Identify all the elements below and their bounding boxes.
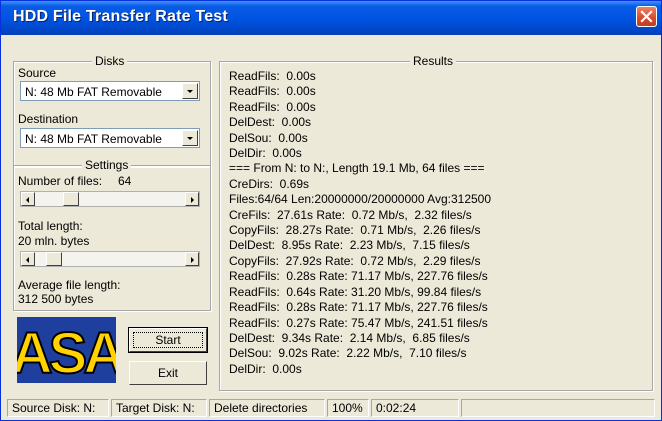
trackbar-right-arrow-icon[interactable] (185, 192, 199, 206)
results-line: ReadFils: 0.00s (229, 84, 316, 99)
results-line: DelDir: 0.00s (229, 361, 302, 376)
status-source-disk: Source Disk: N: (7, 399, 109, 417)
status-target-disk: Target Disk: N: (111, 399, 207, 417)
num-files-label: Number of files: (18, 174, 103, 188)
close-button[interactable] (636, 6, 657, 27)
source-dropdown[interactable]: N: 48 Mb FAT Removable (20, 81, 200, 101)
start-button[interactable]: Start (128, 327, 208, 353)
trackbar-right-arrow-icon[interactable] (185, 252, 199, 266)
status-time: 0:02:24 (371, 399, 459, 417)
source-value: N: 48 Mb FAT Removable (25, 85, 162, 99)
avg-file-length-value: 312 500 bytes (18, 292, 94, 306)
results-line: DelSou: 0.00s (229, 130, 308, 145)
results-line: DelDest: 0.00s (229, 115, 312, 130)
results-line: DelDest: 8.95s Rate: 2.23 Mb/s, 7.15 fil… (229, 238, 470, 253)
destination-label: Destination (18, 112, 79, 126)
results-line: CreFils: 27.61s Rate: 0.72 Mb/s, 2.32 fi… (229, 207, 472, 222)
total-length-label: Total length: (18, 219, 83, 233)
window-title: HDD File Transfer Rate Test (13, 8, 228, 25)
results-line: CreDirs: 0.69s (229, 176, 310, 191)
total-length-slider[interactable] (20, 251, 200, 267)
close-icon (640, 10, 653, 23)
dropdown-arrow-icon[interactable] (182, 130, 198, 146)
app-window: HDD File Transfer Rate Test Disks Source… (0, 0, 662, 421)
dropdown-arrow-icon[interactable] (182, 83, 198, 99)
results-line: DelSou: 9.02s Rate: 2.22 Mb/s, 7.10 file… (229, 346, 467, 361)
status-action: Delete directories (209, 399, 325, 417)
status-bar: Source Disk: N: Target Disk: N: Delete d… (5, 397, 657, 417)
settings-legend: Settings (82, 158, 132, 172)
results-line: ReadFils: 0.00s (229, 99, 316, 114)
results-line: Files:64/64 Len:20000000/20000000 Avg:31… (229, 192, 492, 207)
results-log: ReadFils: 0.00s ReadFils: 0.00s ReadFils: … (229, 69, 491, 377)
num-files-slider-thumb[interactable] (63, 192, 79, 206)
avg-file-length-label: Average file length: (18, 278, 121, 292)
results-legend: Results (410, 54, 457, 68)
disks-legend: Disks (92, 54, 128, 68)
results-line: CopyFils: 28.27s Rate: 0.71 Mb/s, 2.26 f… (229, 223, 481, 238)
client-area: Disks Source N: 48 Mb FAT Removable Dest… (5, 35, 657, 418)
results-line: DelDest: 9.34s Rate: 2.14 Mb/s, 6.85 fil… (229, 330, 470, 345)
logo-text: ASA (17, 321, 116, 383)
total-length-value: 20 mln. bytes (18, 234, 90, 248)
status-percent: 100% (327, 399, 369, 417)
num-files-value: 64 (118, 174, 132, 188)
results-line: ReadFils: 0.27s Rate: 75.47 Mb/s, 241.51… (229, 315, 488, 330)
results-line: === From N: to N:, Length 19.1 Mb, 64 fi… (229, 161, 485, 176)
exit-button-label: Exit (157, 366, 178, 380)
settings-group: Settings Number of files: 64 Total lengt… (13, 158, 211, 311)
trackbar-left-arrow-icon[interactable] (21, 192, 35, 206)
title-bar[interactable]: HDD File Transfer Rate Test (1, 1, 661, 35)
source-label: Source (18, 66, 57, 80)
results-line: CopyFils: 27.92s Rate: 0.72 Mb/s, 2.29 f… (229, 253, 481, 268)
results-line: ReadFils: 0.28s Rate: 71.17 Mb/s, 227.76… (229, 300, 488, 315)
asa-logo: ASA (10, 317, 129, 387)
exit-button[interactable]: Exit (129, 361, 207, 385)
results-line: ReadFils: 0.64s Rate: 31.20 Mb/s, 99.84 … (229, 284, 482, 299)
results-line: DelDir: 0.00s (229, 146, 302, 161)
num-files-slider[interactable] (20, 191, 200, 207)
total-length-slider-thumb[interactable] (46, 252, 62, 266)
results-line: ReadFils: 0.00s (229, 69, 316, 83)
trackbar-left-arrow-icon[interactable] (21, 252, 35, 266)
disks-group: Disks Source N: 48 Mb FAT Removable Dest… (13, 54, 211, 167)
results-line: ReadFils: 0.28s Rate: 71.17 Mb/s, 227.76… (229, 269, 488, 284)
destination-value: N: 48 Mb FAT Removable (25, 132, 162, 146)
destination-dropdown[interactable]: N: 48 Mb FAT Removable (20, 128, 200, 148)
status-empty-panel (461, 399, 655, 417)
